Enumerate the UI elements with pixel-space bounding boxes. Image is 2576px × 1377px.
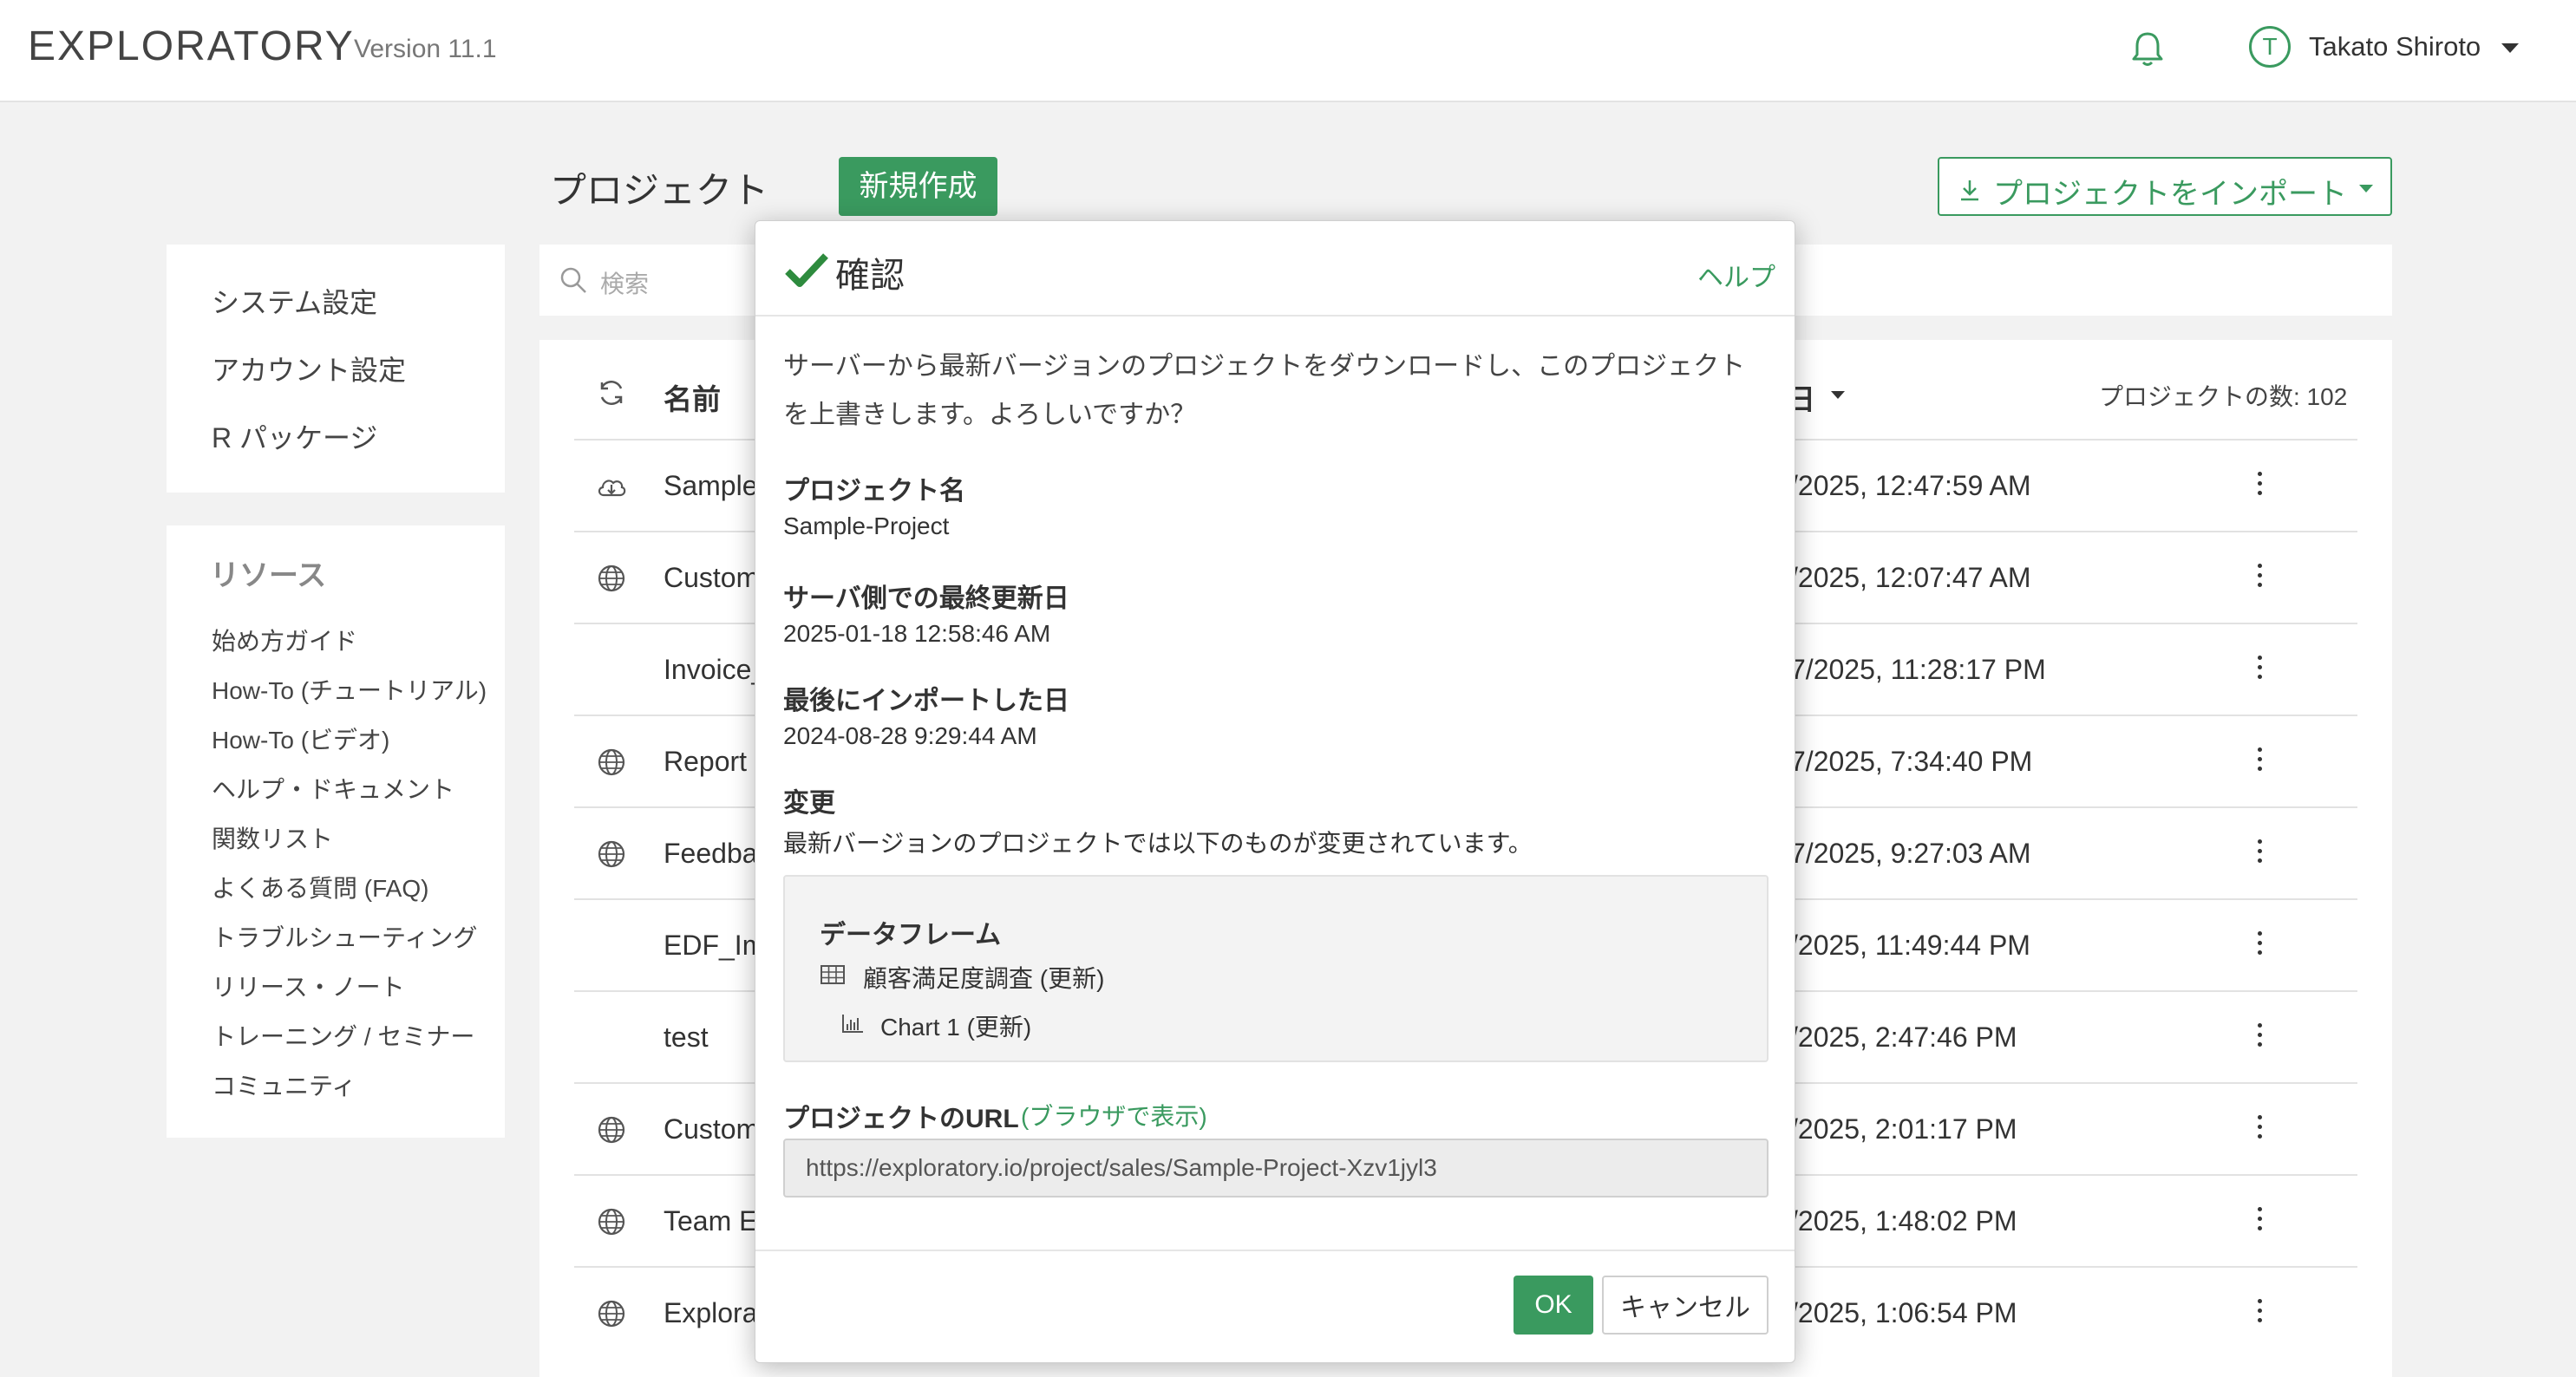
project-name-value: Sample-Project xyxy=(783,512,950,539)
project-date: /2025, 12:07:47 AM xyxy=(1790,562,2031,593)
globe-icon xyxy=(595,746,628,779)
more-options-icon[interactable] xyxy=(2255,472,2264,501)
checkmark-icon xyxy=(785,252,828,289)
sidebar-item-getting-started[interactable]: 始め方ガイド xyxy=(212,623,357,657)
open-in-browser-link[interactable]: (ブラウザで表示) xyxy=(1021,1098,1207,1132)
more-options-icon[interactable] xyxy=(2255,931,2264,961)
bell-icon[interactable] xyxy=(2130,29,2165,68)
import-project-button[interactable]: プロジェクトをインポート xyxy=(1938,157,2392,216)
more-options-icon[interactable] xyxy=(2255,1023,2264,1053)
last-import-value: 2024-08-28 9:29:44 AM xyxy=(783,722,1037,749)
globe-icon xyxy=(595,1297,628,1330)
globe-icon xyxy=(595,562,628,595)
project-date: /2025, 12:47:59 AM xyxy=(1790,470,2031,501)
globe-icon xyxy=(595,838,628,871)
project-url-label: プロジェクトのURL xyxy=(783,1105,1019,1133)
sidebar-item-function-list[interactable]: 関数リスト xyxy=(212,820,333,855)
changes-box: データフレーム 顧客満足度調査 (更新) Chart 1 (更新) xyxy=(783,875,1769,1062)
refresh-icon[interactable] xyxy=(595,376,628,409)
more-options-icon[interactable] xyxy=(2255,656,2264,685)
project-date: 7/2025, 7:34:40 PM xyxy=(1790,746,2033,777)
sidebar-item-release-notes[interactable]: リリース・ノート xyxy=(212,969,405,1003)
dialog-title: 確認 xyxy=(835,257,905,295)
sidebar-item-community[interactable]: コミュニティ xyxy=(212,1067,356,1102)
sidebar-item-account-settings[interactable]: アカウント設定 xyxy=(212,349,406,388)
more-options-icon[interactable] xyxy=(2255,1299,2264,1328)
brand-logo[interactable]: EXPLORATORY xyxy=(28,23,355,70)
server-updated-label: サーバ側での最終更新日 xyxy=(783,584,1069,613)
project-date: /2025, 2:01:17 PM xyxy=(1790,1113,2017,1145)
changes-label: 変更 xyxy=(783,789,835,818)
cancel-button[interactable]: キャンセル xyxy=(1602,1276,1769,1335)
project-date: /2025, 1:06:54 PM xyxy=(1790,1297,2017,1328)
new-project-button[interactable]: 新規作成 xyxy=(839,157,997,216)
sort-caret-icon[interactable] xyxy=(1831,391,1845,399)
server-updated-value: 2025-01-18 12:58:46 AM xyxy=(783,620,1051,647)
project-name[interactable]: Custom xyxy=(664,1113,759,1145)
changed-dataframe-label: 顧客満足度調査 (更新) xyxy=(863,965,1105,992)
sidebar-item-help-docs[interactable]: ヘルプ・ドキュメント xyxy=(212,771,454,806)
settings-panel: システム設定 アカウント設定 R パッケージ xyxy=(167,245,505,493)
sidebar-item-training[interactable]: トレーニング / セミナー xyxy=(212,1018,474,1053)
search-icon xyxy=(559,265,588,295)
column-header-name[interactable]: 名前 xyxy=(664,376,721,418)
resources-heading: リソース xyxy=(210,559,327,592)
import-label: プロジェクトをインポート xyxy=(1993,178,2347,211)
project-name[interactable]: Report xyxy=(664,746,747,778)
project-name[interactable]: test xyxy=(664,1021,709,1054)
project-name-label: プロジェクト名 xyxy=(783,477,965,506)
project-date: 7/2025, 9:27:03 AM xyxy=(1790,838,2031,869)
dialog-header: 確認 ヘルプ xyxy=(755,221,1795,317)
chevron-down-icon xyxy=(2359,185,2373,193)
more-options-icon[interactable] xyxy=(2255,1115,2264,1145)
project-name[interactable]: Explora xyxy=(664,1297,758,1329)
resources-panel: リソース 始め方ガイド How-To (チュートリアル) How-To (ビデオ… xyxy=(167,525,505,1138)
sidebar-item-r-packages[interactable]: R パッケージ xyxy=(212,416,377,456)
project-name[interactable]: Invoice_ xyxy=(664,654,767,686)
sidebar-item-howto-tutorial[interactable]: How-To (チュートリアル) xyxy=(212,672,487,707)
bar-chart-icon xyxy=(840,1012,865,1034)
sidebar-item-troubleshooting[interactable]: トラブルシューティング xyxy=(212,919,477,954)
globe-icon xyxy=(595,1113,628,1146)
table-icon xyxy=(820,963,846,986)
project-name[interactable]: Team E xyxy=(664,1205,757,1237)
project-name[interactable]: Feedba xyxy=(664,838,758,870)
changed-chart-label: Chart 1 (更新) xyxy=(880,1014,1032,1041)
project-date: /2025, 1:48:02 PM xyxy=(1790,1205,2017,1237)
more-options-icon[interactable] xyxy=(2255,839,2264,869)
changes-description: 最新バージョンのプロジェクトでは以下のものが変更されています。 xyxy=(783,830,1533,857)
sidebar-item-howto-video[interactable]: How-To (ビデオ) xyxy=(212,721,389,756)
more-options-icon[interactable] xyxy=(2255,747,2264,777)
project-count: プロジェクトの数: 102 xyxy=(2099,383,2348,410)
project-url-field[interactable] xyxy=(783,1139,1769,1198)
download-icon xyxy=(1958,178,1981,202)
search-input[interactable]: 検索 xyxy=(600,265,649,300)
user-avatar[interactable]: T xyxy=(2249,26,2291,68)
sidebar-item-system-settings[interactable]: システム設定 xyxy=(212,281,377,321)
project-date: /2025, 11:49:44 PM xyxy=(1790,930,2030,961)
ok-button[interactable]: OK xyxy=(1514,1276,1593,1335)
confirm-dialog: 確認 ヘルプ サーバーから最新バージョンのプロジェクトをダウンロードし、このプロ… xyxy=(755,220,1795,1363)
help-link[interactable]: ヘルプ xyxy=(1697,256,1775,294)
user-menu[interactable]: Takato Shiroto xyxy=(2309,31,2481,62)
project-date: /2025, 2:47:46 PM xyxy=(1790,1021,2017,1053)
project-name[interactable]: Custom xyxy=(664,562,759,594)
page-title: プロジェクト xyxy=(550,170,769,211)
project-name[interactable]: EDF_Im xyxy=(664,930,765,962)
project-date: 7/2025, 11:28:17 PM xyxy=(1790,654,2046,685)
app-header: EXPLORATORY Version 11.1 T Takato Shirot… xyxy=(0,0,2576,102)
globe-icon xyxy=(595,1205,628,1238)
more-options-icon[interactable] xyxy=(2255,1207,2264,1237)
last-import-label: 最後にインポートした日 xyxy=(783,687,1069,715)
changes-section-title: データフレーム xyxy=(820,921,1002,950)
cloud-download-icon xyxy=(595,470,628,503)
dialog-message: サーバーから最新バージョンのプロジェクトをダウンロードし、このプロジェクトを上書… xyxy=(783,352,1746,429)
more-options-icon[interactable] xyxy=(2255,564,2264,593)
version-label: Version 11.1 xyxy=(354,35,497,63)
project-name[interactable]: Sample xyxy=(664,470,758,502)
chevron-down-icon[interactable] xyxy=(2501,43,2519,53)
sidebar-item-faq[interactable]: よくある質問 (FAQ) xyxy=(212,870,428,904)
